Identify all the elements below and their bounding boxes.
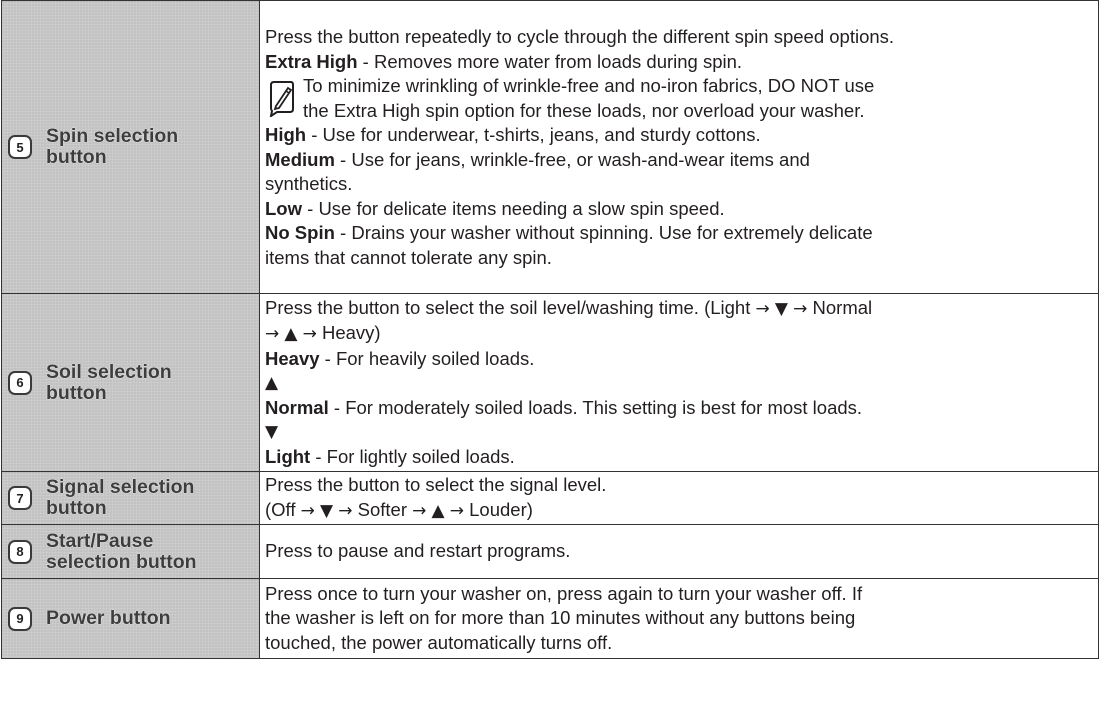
right-arrow-icon: →: [449, 500, 464, 521]
down-triangle-icon: ▼: [774, 298, 788, 319]
note-text-line: the Extra High spin option for these loa…: [303, 99, 865, 121]
number-badge: 6: [8, 370, 32, 395]
row-description: Press the button repeatedly to cycle thr…: [259, 0, 1099, 294]
pencil-note-icon: [269, 81, 294, 117]
down-triangle-icon: ▼: [265, 422, 279, 443]
number-badge: 9: [8, 606, 32, 631]
row-label: Spin selection button: [46, 125, 179, 168]
number-badge: 7: [8, 486, 32, 510]
row-description: Press the button to select the soil leve…: [259, 293, 1099, 472]
row-label-cell: 9 Power button: [1, 578, 260, 659]
description-line: (Off → ▼ → Softer → ▲ → Louder): [265, 498, 533, 521]
control-panel-table: 5 Spin selection button Press the button…: [1, 0, 1099, 659]
description-line: touched, the power automatically turns o…: [265, 631, 613, 653]
right-arrow-icon: →: [755, 298, 770, 319]
table-row: 5 Spin selection button Press the button…: [1, 0, 1099, 294]
description-line: items that cannot tolerate any spin.: [265, 246, 552, 268]
description-line: the washer is left on for more than 10 m…: [265, 607, 856, 629]
description-line: Press the button to select the soil leve…: [265, 296, 873, 319]
description-line: synthetics.: [265, 173, 353, 194]
description-line: Press the button to select the signal le…: [265, 474, 607, 495]
description-line: Press to pause and restart programs.: [265, 540, 571, 562]
number-badge: 8: [8, 539, 32, 564]
row-label-cell: 5 Spin selection button: [1, 0, 260, 294]
description-line: Normal - For moderately soiled loads. Th…: [265, 396, 863, 418]
note-block: To minimize wrinkling of wrinkle-free an…: [265, 74, 1094, 123]
description-line: → ▲ → Heavy): [265, 322, 381, 345]
table-row: 6 Soil selection button Press the button…: [1, 293, 1099, 472]
row-label: Signal selection button: [46, 476, 195, 519]
right-arrow-icon: →: [338, 500, 353, 521]
right-arrow-icon: →: [412, 500, 427, 521]
description-line: High - Use for underwear, t-shirts, jean…: [265, 124, 761, 145]
note-text-line: To minimize wrinkling of wrinkle-free an…: [303, 75, 875, 96]
description-line: Low - Use for delicate items needing a s…: [265, 197, 725, 219]
up-triangle-icon: ▲: [265, 373, 279, 394]
description-line: Press once to turn your washer on, press…: [265, 582, 863, 604]
table-row: 7 Signal selection button Press the butt…: [1, 471, 1099, 525]
right-arrow-icon: →: [300, 500, 315, 521]
number-badge: 5: [8, 135, 32, 159]
description-line: Extra High - Removes more water from loa…: [265, 50, 743, 72]
row-label-cell: 8 Start/Pause selection button: [1, 524, 260, 579]
up-triangle-icon: ▲: [431, 500, 445, 521]
row-description: Press once to turn your washer on, press…: [259, 578, 1099, 659]
up-triangle-icon: ▲: [284, 324, 298, 345]
description-line: Heavy - For heavily soiled loads.: [265, 347, 535, 369]
row-label-cell: 7 Signal selection button: [1, 471, 260, 525]
description-line: Press the button repeatedly to cycle thr…: [265, 26, 895, 47]
description-line: Medium - Use for jeans, wrinkle-free, or…: [265, 148, 810, 170]
description-line: Light - For lightly soiled loads.: [265, 445, 515, 467]
row-label: Start/Pause selection button: [46, 529, 197, 573]
row-description: Press to pause and restart programs.: [259, 524, 1099, 579]
row-label: Soil selection button: [46, 360, 172, 404]
right-arrow-icon: →: [793, 298, 808, 319]
table-row: 9 Power button Press once to turn your w…: [1, 578, 1099, 659]
table-row: 8 Start/Pause selection button Press to …: [1, 524, 1099, 579]
description-line: No Spin - Drains your washer without spi…: [265, 222, 873, 243]
manual-page: 5 Spin selection button Press the button…: [0, 0, 1101, 704]
down-triangle-icon: ▼: [320, 500, 334, 521]
row-label: Power button: [46, 607, 171, 629]
right-arrow-icon: →: [265, 324, 280, 345]
right-arrow-icon: →: [302, 324, 317, 345]
row-label-cell: 6 Soil selection button: [1, 293, 260, 472]
row-description: Press the button to select the signal le…: [259, 471, 1099, 525]
